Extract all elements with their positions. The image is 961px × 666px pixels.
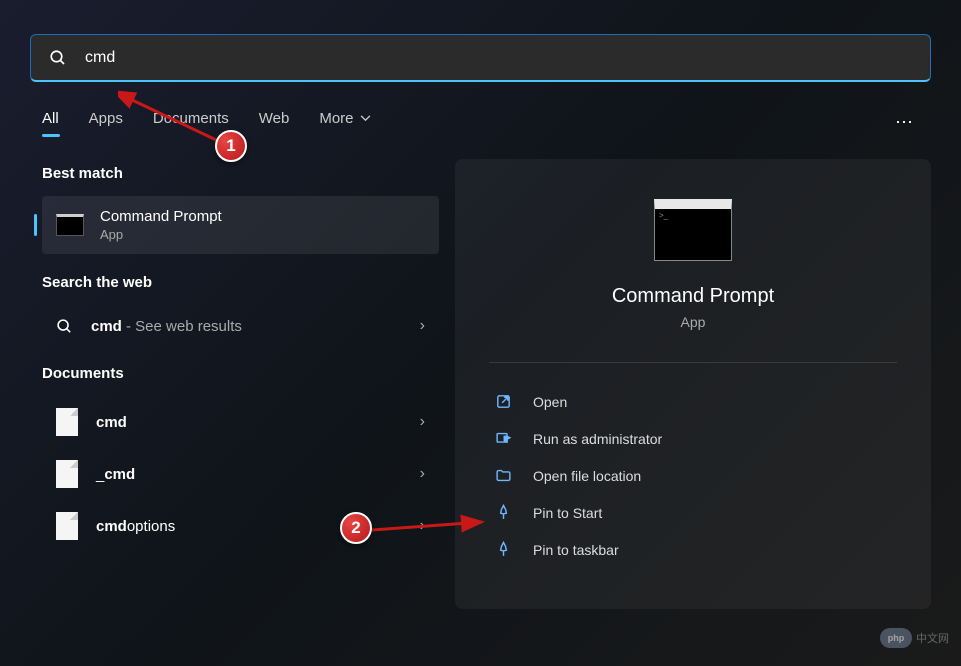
open-icon <box>493 393 513 410</box>
tab-more[interactable]: More <box>319 110 370 135</box>
action-label: Pin to taskbar <box>533 542 619 558</box>
action-label: Run as administrator <box>533 431 662 447</box>
search-input[interactable] <box>85 49 912 67</box>
action-open[interactable]: Open <box>475 383 911 420</box>
tab-more-label: More <box>319 110 353 127</box>
watermark: php 中文网 <box>880 628 949 648</box>
folder-icon <box>493 467 513 484</box>
annotation-badge-2: 2 <box>340 512 372 544</box>
tab-documents[interactable]: Documents <box>153 110 229 135</box>
document-icon <box>56 408 78 436</box>
shield-admin-icon <box>493 430 513 447</box>
annotation-badge-1: 1 <box>215 130 247 162</box>
watermark-text: 中文网 <box>916 630 949 646</box>
chevron-down-icon <box>360 115 371 122</box>
search-icon <box>56 318 73 335</box>
action-run-admin[interactable]: Run as administrator <box>475 420 911 457</box>
document-icon <box>56 512 78 540</box>
chevron-right-icon: › <box>420 517 425 535</box>
search-bar <box>30 34 931 82</box>
chevron-right-icon: › <box>420 317 425 335</box>
action-label: Open <box>533 394 567 410</box>
watermark-logo: php <box>880 628 912 648</box>
action-pin-start[interactable]: Pin to Start <box>475 494 911 531</box>
best-match-result[interactable]: Command Prompt App <box>42 196 439 254</box>
document-result[interactable]: cmd › <box>42 396 439 448</box>
preview-subtitle: App <box>475 314 911 330</box>
search-web-header: Search the web <box>42 274 439 291</box>
filter-tabs: All Apps Documents Web More ⋯ <box>42 110 931 135</box>
action-label: Pin to Start <box>533 505 602 521</box>
action-open-location[interactable]: Open file location <box>475 457 911 494</box>
document-name: cmd <box>96 414 420 431</box>
search-icon <box>49 49 67 67</box>
search-box[interactable] <box>30 34 931 82</box>
pin-icon <box>493 504 513 521</box>
result-subtitle: App <box>100 227 425 242</box>
command-prompt-large-icon <box>654 199 732 261</box>
document-result[interactable]: _cmd › <box>42 448 439 500</box>
preview-icon-container <box>475 199 911 261</box>
divider <box>489 362 897 363</box>
documents-header: Documents <box>42 365 439 382</box>
preview-panel: Command Prompt App Open Run as administr… <box>455 159 931 609</box>
chevron-right-icon: › <box>420 465 425 483</box>
action-label: Open file location <box>533 468 641 484</box>
action-pin-taskbar[interactable]: Pin to taskbar <box>475 531 911 568</box>
web-result-text: cmd - See web results <box>91 318 420 335</box>
web-search-result[interactable]: cmd - See web results › <box>42 305 439 347</box>
command-prompt-icon <box>56 214 84 236</box>
result-title: Command Prompt <box>100 208 425 225</box>
document-icon <box>56 460 78 488</box>
chevron-right-icon: › <box>420 413 425 431</box>
results-column: Best match Command Prompt App Search the… <box>42 159 439 609</box>
tab-apps[interactable]: Apps <box>89 110 123 135</box>
best-match-header: Best match <box>42 165 439 182</box>
document-result[interactable]: cmdoptions › <box>42 500 439 552</box>
tab-all[interactable]: All <box>42 110 59 135</box>
document-name: _cmd <box>96 466 420 483</box>
tab-web[interactable]: Web <box>259 110 290 135</box>
pin-icon <box>493 541 513 558</box>
overflow-menu-button[interactable]: ⋯ <box>895 112 931 133</box>
preview-title: Command Prompt <box>475 285 911 308</box>
